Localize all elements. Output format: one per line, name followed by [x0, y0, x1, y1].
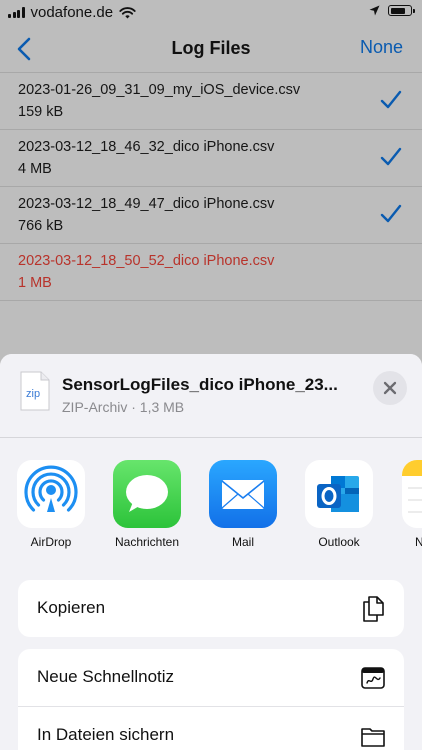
- file-name: 2023-03-12_18_49_47_dico iPhone.csv: [18, 196, 275, 212]
- checkmark-icon: [380, 90, 402, 109]
- copy-icon: [363, 596, 384, 622]
- notes-icon: [402, 460, 422, 528]
- airdrop-icon: [17, 460, 85, 528]
- action-label: In Dateien sichern: [37, 725, 175, 744]
- close-icon: [383, 381, 397, 395]
- checkmark-icon: [380, 204, 402, 223]
- share-sheet-header: zip SensorLogFiles_dico iPhone_23... ZIP…: [0, 354, 422, 438]
- status-bar: vodafone.de: [0, 0, 422, 26]
- file-row[interactable]: 2023-03-12_18_49_47_dico iPhone.csv 766 …: [0, 186, 422, 243]
- deselect-all-button[interactable]: None: [360, 37, 403, 58]
- file-size: 766 kB: [18, 218, 64, 234]
- messages-icon: [113, 460, 181, 528]
- app-label: AirDrop: [30, 535, 72, 549]
- file-row[interactable]: 2023-03-12_18_50_52_dico iPhone.csv 1 MB: [0, 243, 422, 300]
- shared-file-title: SensorLogFiles_dico iPhone_23...: [62, 375, 338, 394]
- file-size: 159 kB: [18, 104, 64, 120]
- close-button[interactable]: [373, 371, 407, 405]
- app-label: Outlook: [318, 535, 360, 549]
- share-app-notes[interactable]: N: [390, 460, 422, 549]
- navigation-bar: Log Files None: [0, 26, 422, 72]
- location-arrow-icon: [369, 5, 380, 16]
- app-label: N: [415, 535, 422, 549]
- share-app-outlook[interactable]: Outlook: [294, 460, 384, 549]
- folder-icon: [361, 728, 385, 747]
- outlook-icon: [305, 460, 373, 528]
- share-app-airdrop[interactable]: AirDrop: [6, 460, 96, 549]
- file-name: 2023-03-12_18_46_32_dico iPhone.csv: [18, 139, 275, 155]
- action-group: Neue Schnellnotiz In Dateien sichern: [18, 649, 404, 750]
- log-file-list: 2023-01-26_09_31_09_my_iOS_device.csv 15…: [0, 72, 422, 301]
- mail-icon: [209, 460, 277, 528]
- file-row[interactable]: 2023-01-26_09_31_09_my_iOS_device.csv 15…: [0, 72, 422, 129]
- action-group: Kopieren: [18, 580, 404, 637]
- divider: [0, 437, 422, 438]
- shared-file-subtitle: ZIP-Archiv · 1,3 MB: [62, 399, 185, 415]
- action-label: Kopieren: [37, 598, 106, 617]
- cellular-signal-icon: [8, 7, 25, 18]
- share-sheet: zip SensorLogFiles_dico iPhone_23... ZIP…: [0, 354, 422, 750]
- carrier-name: vodafone.de: [30, 4, 114, 21]
- share-app-messages[interactable]: Nachrichten: [102, 460, 192, 549]
- file-name: 2023-01-26_09_31_09_my_iOS_device.csv: [18, 82, 301, 98]
- wifi-icon: [119, 6, 136, 18]
- quick-note-action[interactable]: Neue Schnellnotiz: [18, 649, 404, 706]
- zip-file-label: zip: [26, 388, 41, 400]
- action-label: Neue Schnellnotiz: [37, 667, 175, 686]
- share-app-mail[interactable]: Mail: [198, 460, 288, 549]
- share-apps-row: AirDrop Nachrichten Mail Outlook N: [0, 460, 422, 556]
- file-row[interactable]: 2023-03-12_18_46_32_dico iPhone.csv 4 MB: [0, 129, 422, 186]
- page-title: Log Files: [171, 38, 251, 58]
- copy-action[interactable]: Kopieren: [18, 580, 404, 637]
- battery-icon: [388, 5, 415, 16]
- checkmark-icon: [380, 147, 402, 166]
- app-label: Nachrichten: [114, 535, 180, 549]
- app-label: Mail: [231, 535, 254, 549]
- save-to-files-action[interactable]: In Dateien sichern: [18, 706, 404, 750]
- file-size: 4 MB: [18, 161, 52, 177]
- quick-note-icon: [361, 667, 385, 689]
- file-size: 1 MB: [18, 275, 52, 291]
- file-name: 2023-03-12_18_50_52_dico iPhone.csv: [18, 253, 275, 269]
